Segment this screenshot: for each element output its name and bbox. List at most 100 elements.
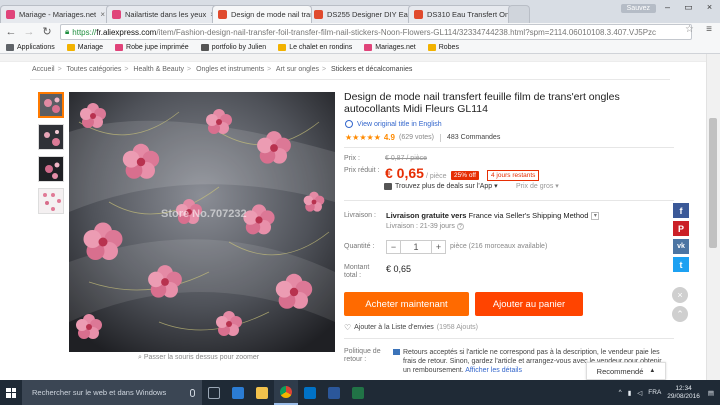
- minimize-icon[interactable]: –: [657, 0, 678, 14]
- clock[interactable]: 12:34 29/08/2016: [667, 385, 700, 401]
- reload-icon[interactable]: ↻: [40, 25, 54, 39]
- breadcrumb-item[interactable]: Toutes catégories: [67, 66, 122, 73]
- rating-score: 4.9: [383, 133, 395, 142]
- social-share-bar: f P vk t: [673, 203, 689, 275]
- heart-icon: [115, 43, 124, 51]
- bookmark-label: Robes: [438, 43, 459, 51]
- tab-nailartiste[interactable]: Nailartiste dans les yeux ×: [106, 5, 218, 23]
- order-count: 483 Commandes: [447, 134, 501, 141]
- taskbar-search[interactable]: Rechercher sur le web et dans Windows: [22, 380, 202, 405]
- close-icon[interactable]: ×: [96, 10, 105, 19]
- forward-arrow-icon[interactable]: →: [22, 25, 36, 39]
- facebook-icon[interactable]: f: [673, 203, 689, 218]
- add-to-wishlist-link[interactable]: ♡ Ajouter à la Liste d'envies (1958 Ajouts…: [344, 323, 478, 332]
- tab-mariage[interactable]: Mariage - Mariages.net ×: [0, 5, 112, 23]
- app-deals-label: Trouvez plus de deals sur l'App ▾: [395, 183, 498, 190]
- shipping-method[interactable]: Livraison gratuite vers France via Selle…: [386, 211, 600, 220]
- chevron-down-icon[interactable]: ▾: [591, 211, 600, 220]
- phone-icon: [384, 182, 392, 190]
- folder-icon: [427, 43, 436, 51]
- bookmark-robes[interactable]: Robes: [427, 43, 459, 51]
- chrome-menu-icon[interactable]: ≡: [706, 24, 712, 35]
- edge-icon[interactable]: [226, 380, 250, 405]
- bookmark-applications[interactable]: Applications: [6, 43, 55, 51]
- start-button[interactable]: [0, 380, 22, 405]
- thumbnail-list: [38, 92, 64, 220]
- breadcrumb-item[interactable]: Stickers et décalcomanies: [331, 66, 412, 73]
- total-amount: € 0,65: [386, 264, 412, 274]
- scroll-top-icon[interactable]: ⌃: [672, 306, 688, 322]
- thumbnail-1[interactable]: [38, 92, 64, 118]
- task-view-icon[interactable]: [202, 380, 226, 405]
- microphone-icon[interactable]: [190, 388, 195, 397]
- divider: [30, 79, 670, 80]
- product-image-art: [69, 92, 335, 352]
- back-arrow-icon[interactable]: ←: [4, 25, 18, 39]
- bookmark-star-icon[interactable]: ☆: [685, 24, 694, 35]
- bookmark-label: Mariage: [77, 43, 104, 51]
- tab-design-de-mode[interactable]: Design de mode nail tran ×: [212, 5, 312, 23]
- breadcrumb-item[interactable]: Health & Beauty: [133, 66, 184, 73]
- buy-now-button[interactable]: Acheter maintenant: [344, 292, 469, 316]
- bookmark-mariages-net[interactable]: Mariages.net: [364, 43, 416, 51]
- help-icon[interactable]: ?: [456, 223, 464, 230]
- chrome-icon[interactable]: [274, 380, 298, 405]
- bookmark-chalet[interactable]: Le chalet en rondins: [278, 43, 353, 51]
- breadcrumb-item[interactable]: Accueil: [32, 66, 55, 73]
- file-explorer-icon[interactable]: [250, 380, 274, 405]
- volume-icon[interactable]: ◁: [637, 389, 642, 397]
- pinterest-icon[interactable]: P: [673, 221, 689, 236]
- view-original-title-link[interactable]: View original title in English: [345, 120, 442, 128]
- tray-chevron-icon[interactable]: ^: [619, 389, 622, 396]
- tab-favicon: [314, 10, 323, 19]
- product-title: Design de mode nail transfert feuille fi…: [344, 91, 620, 115]
- app-deals-link[interactable]: Trouvez plus de deals sur l'App ▾: [384, 182, 498, 190]
- excel-icon[interactable]: [346, 380, 370, 405]
- tab-favicon: [218, 10, 227, 19]
- bookmark-label: Applications: [17, 43, 55, 51]
- maximize-icon[interactable]: ▭: [678, 0, 699, 14]
- price-value: € 0,65: [385, 165, 424, 181]
- heart-icon: ♡: [344, 323, 352, 332]
- thumbnail-3[interactable]: [38, 156, 64, 182]
- network-icon[interactable]: ▮: [628, 389, 632, 397]
- address-bar[interactable]: 🔒︎ https:// fr.aliexpress.com /item/Fash…: [60, 24, 692, 40]
- bookmark-portfolio[interactable]: portfolio by Julien: [200, 43, 266, 51]
- word-icon[interactable]: [322, 380, 346, 405]
- tab-favicon: [112, 10, 121, 19]
- breadcrumb-item[interactable]: Ongles et instruments: [196, 66, 264, 73]
- tab-ds310[interactable]: DS310 Eau Transfert Ongl ×: [408, 5, 512, 23]
- wholesale-price-link[interactable]: Prix de gros ▾: [516, 182, 559, 190]
- vk-icon[interactable]: vk: [673, 239, 689, 254]
- tab-favicon: [414, 10, 423, 19]
- product-main-image[interactable]: Store No.707232: [69, 92, 335, 352]
- tab-ds255[interactable]: DS255 Designer DIY Eau ×: [308, 5, 412, 23]
- return-details-link[interactable]: Afficher les détails: [465, 367, 522, 374]
- breadcrumb-item[interactable]: Art sur ongles: [276, 66, 319, 73]
- bookmark-label: Le chalet en rondins: [289, 43, 353, 51]
- notifications-icon[interactable]: ▤: [708, 389, 714, 397]
- add-to-cart-button[interactable]: Ajouter au panier: [475, 292, 583, 316]
- profile-button[interactable]: Sauvez: [620, 4, 656, 13]
- breadcrumb: Accueil > Toutes catégories > Health & Bea…: [32, 66, 413, 73]
- new-tab-button[interactable]: [508, 5, 530, 23]
- twitter-icon[interactable]: t: [673, 257, 689, 272]
- recommended-tab[interactable]: Recommendé ▲: [586, 362, 666, 380]
- bookmark-mariage[interactable]: Mariage: [66, 43, 104, 51]
- thumbnail-2[interactable]: [38, 124, 64, 150]
- thumbnail-4[interactable]: [38, 188, 64, 214]
- view-original-label: View original title in English: [357, 120, 442, 128]
- outlook-icon[interactable]: [298, 380, 322, 405]
- lock-icon: 🔒︎: [65, 27, 70, 36]
- rating-votes[interactable]: (629 votes): [399, 134, 434, 141]
- quantity-input[interactable]: 1: [401, 241, 431, 253]
- window-close-icon[interactable]: ×: [699, 0, 720, 14]
- web-page: Accueil > Toutes catégories > Health & Bea…: [0, 54, 720, 380]
- language-indicator[interactable]: FRA: [648, 389, 661, 396]
- close-share-icon[interactable]: ×: [672, 287, 688, 303]
- bookmark-robe-jupe[interactable]: Robe jupe imprimée: [115, 43, 189, 51]
- quantity-decrease-button[interactable]: −: [387, 241, 401, 253]
- wishlist-count: (1958 Ajouts): [436, 324, 478, 331]
- quantity-increase-button[interactable]: +: [431, 241, 445, 253]
- scrollbar-thumb[interactable]: [709, 118, 717, 248]
